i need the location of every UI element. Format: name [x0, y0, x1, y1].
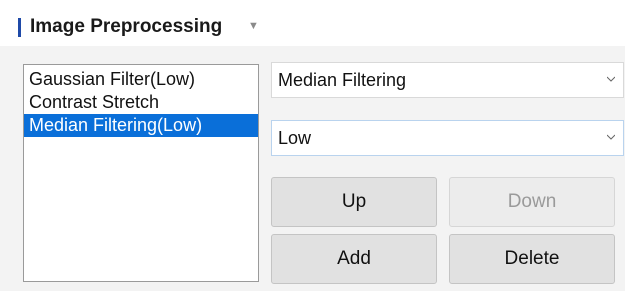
section-title: Image Preprocessing	[30, 16, 223, 37]
filter-type-select[interactable]: Median Filtering	[271, 62, 624, 98]
add-button[interactable]: Add	[271, 234, 437, 284]
filter-type-value: Median Filtering	[278, 70, 407, 90]
up-button[interactable]: Up	[271, 177, 437, 227]
chevron-down-icon	[607, 76, 615, 82]
down-button[interactable]: Down	[449, 177, 615, 227]
delete-button[interactable]: Delete	[449, 234, 615, 284]
section-header[interactable]: Image Preprocessing ▼	[0, 0, 625, 46]
dropdown-caret-icon[interactable]: ▼	[248, 20, 259, 32]
list-item-contrast-stretch[interactable]: Contrast Stretch	[24, 91, 258, 114]
list-item-median-filtering[interactable]: Median Filtering(Low)	[24, 114, 258, 137]
filter-list[interactable]: Gaussian Filter(Low) Contrast Stretch Me…	[23, 64, 259, 282]
strength-select[interactable]: Low	[271, 120, 624, 156]
list-item-gaussian-filter[interactable]: Gaussian Filter(Low)	[24, 68, 258, 91]
header-accent-bar	[18, 18, 21, 37]
strength-value: Low	[278, 128, 312, 148]
chevron-down-icon	[607, 134, 615, 140]
image-preprocessing-panel: Image Preprocessing ▼ Gaussian Filter(Lo…	[0, 0, 625, 291]
